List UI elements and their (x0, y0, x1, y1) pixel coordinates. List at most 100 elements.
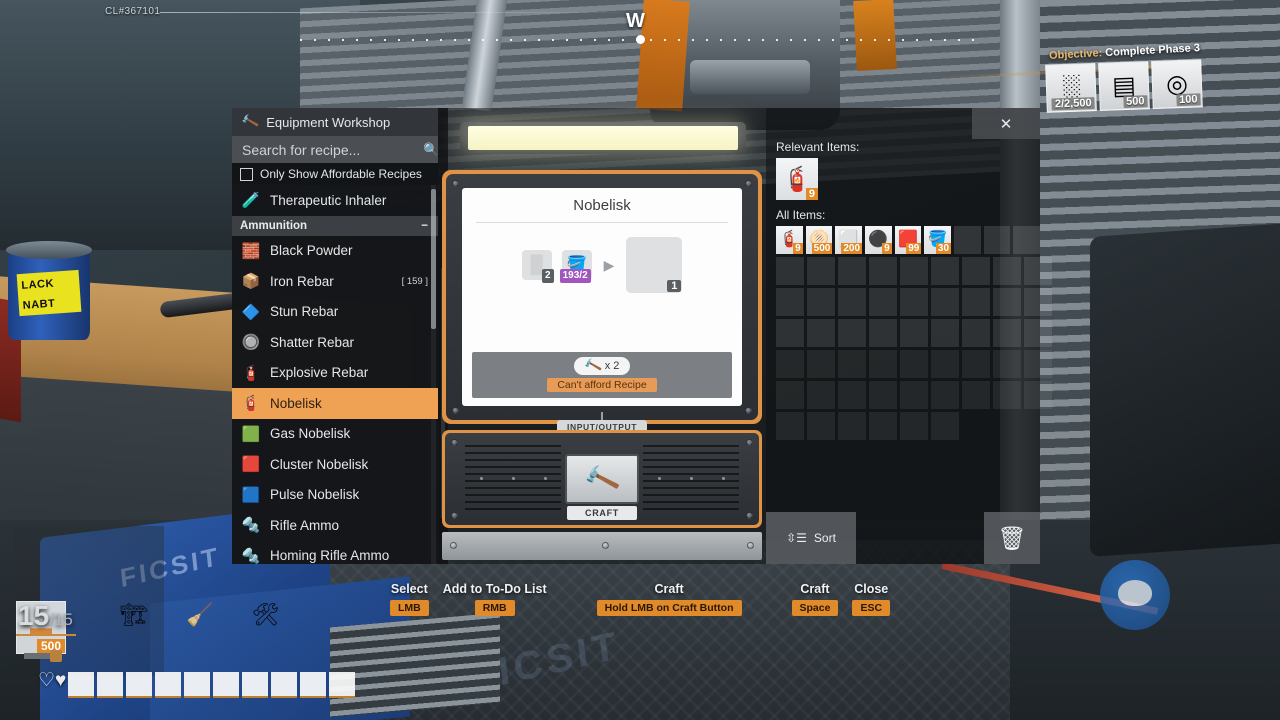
inventory-slot[interactable] (931, 412, 959, 440)
recipe-item-stun-rebar[interactable]: 🔷 Stun Rebar (232, 297, 438, 328)
recipe-list[interactable]: 🧪 Therapeutic Inhaler Ammunition − 🧱 Black Po… (232, 185, 438, 564)
inventory-slot[interactable]: 🧯 9 (776, 226, 803, 254)
inventory-slot[interactable] (962, 381, 990, 409)
search-input[interactable] (242, 142, 423, 158)
affordable-checkbox[interactable] (240, 168, 253, 181)
ingredient-slot[interactable]: 🪣 193/2 (562, 250, 592, 280)
recipe-item-iron-rebar[interactable]: 📦 Iron Rebar [ 159 ] (232, 266, 438, 297)
inventory-slot[interactable] (838, 381, 866, 409)
search-row[interactable]: 🔍 (232, 136, 438, 163)
recipe-item-cluster-nobelisk[interactable]: 🟥 Cluster Nobelisk (232, 449, 438, 480)
sort-button[interactable]: ⇳☰ Sort (766, 512, 856, 564)
recipe-item-shatter-rebar[interactable]: 🔘 Shatter Rebar (232, 327, 438, 358)
recipe-item-gas-nobelisk[interactable]: 🟩 Gas Nobelisk (232, 419, 438, 450)
inventory-slot[interactable] (993, 381, 1021, 409)
recipe-item-black-powder[interactable]: 🧱 Black Powder (232, 236, 438, 267)
inventory-slot[interactable]: 🫓 500 (806, 226, 833, 254)
inventory-slot[interactable] (900, 288, 928, 316)
hotbar-slot[interactable] (97, 672, 123, 698)
inventory-slot[interactable] (869, 319, 897, 347)
inventory-slot[interactable] (776, 381, 804, 409)
inventory-slot[interactable] (869, 257, 897, 285)
recipe-item-therapeutic-inhaler[interactable]: 🧪 Therapeutic Inhaler (232, 185, 438, 216)
inventory-slot[interactable] (993, 319, 1021, 347)
inventory-slot[interactable] (962, 350, 990, 378)
inventory-slot[interactable] (838, 319, 866, 347)
inventory-slot[interactable] (962, 288, 990, 316)
hotbar[interactable] (68, 672, 355, 698)
inventory-slot[interactable] (838, 257, 866, 285)
inventory-slot[interactable] (869, 288, 897, 316)
inventory-slot[interactable] (1024, 288, 1052, 316)
trash-button[interactable]: 🗑 (984, 512, 1040, 564)
inventory-slot[interactable] (776, 319, 804, 347)
inventory-slot[interactable] (869, 350, 897, 378)
inventory-slot[interactable] (993, 257, 1021, 285)
inventory-slot[interactable] (807, 288, 835, 316)
recipe-category-header[interactable]: Ammunition − (232, 216, 438, 236)
inventory-slot[interactable]: ⚫ 9 (865, 226, 892, 254)
inventory-slot[interactable] (900, 381, 928, 409)
inventory-slot[interactable] (993, 350, 1021, 378)
collapse-icon[interactable]: − (421, 220, 428, 232)
inventory-slot[interactable] (838, 350, 866, 378)
inventory-slot[interactable] (776, 288, 804, 316)
inventory-slot[interactable] (776, 350, 804, 378)
inventory-slot[interactable] (1024, 319, 1052, 347)
inventory-slot[interactable] (838, 412, 866, 440)
inventory-slot[interactable] (1024, 257, 1052, 285)
inventory-slot[interactable] (869, 381, 897, 409)
relevant-item-slot[interactable]: 🧯 9 (776, 158, 818, 200)
hotbar-slot[interactable] (329, 672, 355, 698)
inventory-slot[interactable] (931, 350, 959, 378)
recipe-item-homing-rifle-ammo[interactable]: 🔩 Homing Rifle Ammo (232, 541, 438, 565)
hotbar-slot[interactable] (68, 672, 94, 698)
recipe-item-pulse-nobelisk[interactable]: 🟦 Pulse Nobelisk (232, 480, 438, 511)
hotbar-slot[interactable] (300, 672, 326, 698)
inventory-slot[interactable] (962, 257, 990, 285)
inventory-slot[interactable] (776, 412, 804, 440)
recipe-item-nobelisk[interactable]: 🧯 Nobelisk (232, 388, 438, 419)
recipe-item-rifle-ammo[interactable]: 🔩 Rifle Ammo (232, 510, 438, 541)
hotbar-slot[interactable] (126, 672, 152, 698)
inventory-slot[interactable] (954, 226, 981, 254)
ingredient-slot[interactable]: █ 2 (522, 250, 552, 280)
craft-cost: 🔨 x 2 (574, 357, 631, 375)
hotbar-slot[interactable] (155, 672, 181, 698)
inventory-slot[interactable] (807, 350, 835, 378)
inventory-slot[interactable] (900, 257, 928, 285)
inventory-slot[interactable] (993, 288, 1021, 316)
inventory-slot[interactable] (931, 319, 959, 347)
inventory-slot[interactable]: ⬜ 200 (835, 226, 862, 254)
recipe-item-explosive-rebar[interactable]: 🧯 Explosive Rebar (232, 358, 438, 389)
inventory-slot[interactable] (807, 381, 835, 409)
inventory-slot[interactable]: 🟥 99 (895, 226, 922, 254)
hotbar-slot[interactable] (184, 672, 210, 698)
inventory-slot[interactable] (807, 412, 835, 440)
inventory-slot[interactable] (1024, 350, 1052, 378)
inventory-slot[interactable] (807, 319, 835, 347)
inventory-slot[interactable] (931, 288, 959, 316)
inventory-slot[interactable] (1024, 381, 1052, 409)
inventory-slot[interactable] (807, 257, 835, 285)
inventory-slot[interactable]: 🪣 30 (924, 226, 951, 254)
affordable-filter-row[interactable]: Only Show Affordable Recipes (232, 163, 438, 185)
inventory-slot[interactable] (900, 350, 928, 378)
inventory-slot[interactable] (900, 319, 928, 347)
hotbar-slot[interactable] (242, 672, 268, 698)
hotbar-slot[interactable] (271, 672, 297, 698)
output-slot[interactable]: 🫯 1 (626, 237, 682, 293)
inventory-slot[interactable] (984, 226, 1011, 254)
inventory-slot[interactable] (838, 288, 866, 316)
search-icon[interactable]: 🔍 (423, 142, 439, 158)
inventory-slot[interactable] (931, 257, 959, 285)
inventory-slot[interactable] (1013, 226, 1040, 254)
inventory-slot[interactable] (776, 257, 804, 285)
close-button[interactable]: ✕ (972, 108, 1040, 139)
craft-button[interactable]: 🔨 CRAFT (565, 454, 639, 504)
hotbar-slot[interactable] (213, 672, 239, 698)
inventory-slot[interactable] (962, 319, 990, 347)
inventory-slot[interactable] (931, 381, 959, 409)
inventory-slot[interactable] (900, 412, 928, 440)
inventory-slot[interactable] (869, 412, 897, 440)
